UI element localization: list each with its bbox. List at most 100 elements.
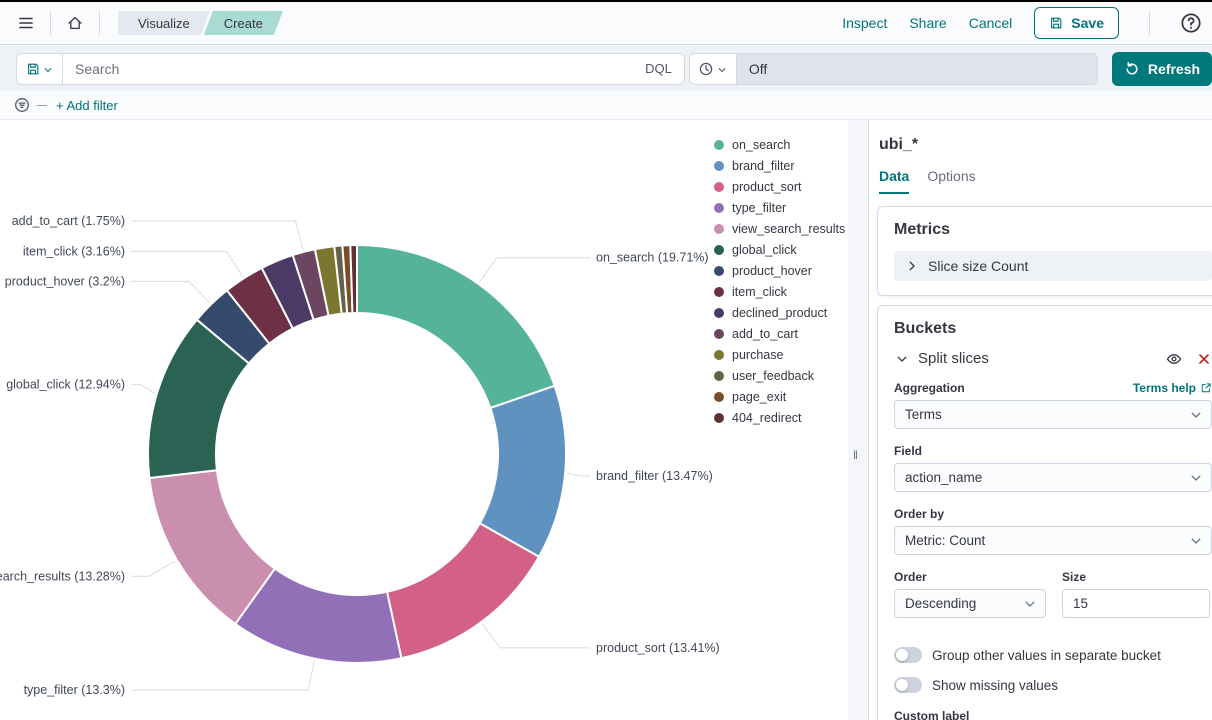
- legend-label: brand_filter: [732, 159, 795, 173]
- share-link[interactable]: Share: [909, 15, 946, 31]
- legend-label: global_click: [732, 243, 797, 257]
- legend-label: declined_product: [732, 306, 827, 320]
- legend-item-brand_filter[interactable]: brand_filter: [714, 155, 845, 176]
- legend-item-product_sort[interactable]: product_sort: [714, 176, 845, 197]
- top-nav-bar: Visualize Create Inspect Share Cancel Sa…: [0, 2, 1212, 45]
- inspect-link[interactable]: Inspect: [842, 15, 887, 31]
- tab-data[interactable]: Data: [879, 168, 909, 194]
- pie-slice-product_sort[interactable]: [387, 523, 539, 658]
- metric-row-label: Slice size Count: [928, 258, 1028, 274]
- legend-item-purchase[interactable]: purchase: [714, 344, 845, 365]
- breadcrumb: Visualize Create: [118, 11, 277, 35]
- chevron-down-icon: [1022, 596, 1038, 612]
- custom-label-block: Custom label: [894, 709, 1212, 720]
- metric-slice-size-row[interactable]: Slice size Count: [894, 251, 1212, 281]
- chevron-down-icon: [1188, 470, 1204, 486]
- legend-swatch: [714, 413, 724, 423]
- slice-callout-line: [131, 281, 210, 302]
- aggregation-label-row: Aggregation Terms help: [894, 381, 1212, 395]
- chevron-down-icon: [1188, 407, 1204, 423]
- slice-callout-label: on_search (19.71%): [596, 251, 709, 265]
- aggregation-select[interactable]: Terms: [894, 400, 1212, 429]
- legend-label: user_feedback: [732, 369, 814, 383]
- search-bar: DQL: [16, 53, 685, 85]
- help-icon[interactable]: [1180, 12, 1202, 34]
- legend-item-global_click[interactable]: global_click: [714, 239, 845, 260]
- menu-icon[interactable]: [10, 7, 42, 39]
- legend-item-product_hover[interactable]: product_hover: [714, 260, 845, 281]
- legend-label: type_filter: [732, 201, 786, 215]
- order-by-label-row: Order by: [894, 507, 1212, 521]
- add-filter-link[interactable]: + Add filter: [56, 98, 118, 113]
- pie-slice-on_search[interactable]: [357, 245, 555, 408]
- close-icon[interactable]: [1196, 351, 1212, 367]
- editor-tabs: Data Options: [879, 168, 1212, 194]
- show-missing-toggle-row: Show missing values: [894, 677, 1212, 693]
- breadcrumb-visualize[interactable]: Visualize: [118, 11, 210, 35]
- legend-item-page_exit[interactable]: page_exit: [714, 386, 845, 407]
- split-slices-header[interactable]: Split slices: [894, 350, 1212, 367]
- chevron-down-icon: [1188, 533, 1204, 549]
- visualization-area: on_search (19.71%)brand_filter (13.47%)p…: [0, 120, 848, 720]
- order-by-label: Order by: [894, 507, 944, 521]
- legend-item-declined_product[interactable]: declined_product: [714, 302, 845, 323]
- legend-item-on_search[interactable]: on_search: [714, 134, 845, 155]
- tab-options[interactable]: Options: [927, 168, 975, 194]
- field-select[interactable]: action_name: [894, 463, 1212, 492]
- filter-icon[interactable]: [14, 97, 30, 113]
- save-button[interactable]: Save: [1034, 7, 1119, 39]
- cancel-link[interactable]: Cancel: [969, 15, 1013, 31]
- field-value: action_name: [905, 470, 982, 485]
- slice-callout-line: [131, 661, 314, 690]
- size-input[interactable]: [1062, 589, 1210, 618]
- split-slices-actions: [1166, 351, 1212, 367]
- size-label: Size: [1062, 570, 1086, 584]
- filter-dash: [37, 105, 47, 106]
- slice-callout-label: type_filter (13.3%): [24, 683, 125, 697]
- legend-item-add_to_cart[interactable]: add_to_cart: [714, 323, 845, 344]
- query-bar: DQL Off Refresh: [0, 46, 1212, 91]
- time-picker-menu-button[interactable]: [690, 54, 737, 84]
- legend-swatch: [714, 203, 724, 213]
- legend-item-view_search_results[interactable]: view_search_results: [714, 218, 845, 239]
- slice-callout-line: [131, 385, 155, 394]
- saved-query-menu-button[interactable]: [17, 54, 63, 84]
- legend-swatch: [714, 140, 724, 150]
- breadcrumb-create[interactable]: Create: [204, 11, 283, 35]
- chevron-right-icon: [904, 258, 920, 274]
- group-other-toggle[interactable]: [894, 647, 922, 663]
- legend-label: item_click: [732, 285, 787, 299]
- order-select[interactable]: Descending: [894, 589, 1046, 618]
- legend-label: 404_redirect: [732, 411, 802, 425]
- legend-item-user_feedback[interactable]: user_feedback: [714, 365, 845, 386]
- slice-callout-line: [480, 258, 591, 283]
- legend-item-item_click[interactable]: item_click: [714, 281, 845, 302]
- slice-callout-label: search_results (13.28%): [0, 569, 125, 583]
- legend-label: on_search: [732, 138, 790, 152]
- query-language-button[interactable]: DQL: [633, 61, 684, 76]
- slice-callout-label: product_hover (3.2%): [5, 274, 125, 288]
- slice-callout-line: [131, 251, 243, 276]
- chart-legend: on_search brand_filter product_sort type_fi…: [714, 134, 845, 428]
- pie-slice-404_redirect[interactable]: [350, 245, 357, 313]
- eye-icon[interactable]: [1166, 351, 1182, 367]
- field-label: Field: [894, 444, 922, 458]
- legend-item-404_redirect[interactable]: 404_redirect: [714, 407, 845, 428]
- search-input[interactable]: [63, 61, 633, 77]
- refresh-button[interactable]: Refresh: [1112, 52, 1212, 86]
- slice-callout-line: [131, 561, 175, 576]
- filter-bar: + Add filter: [0, 91, 1212, 120]
- panel-resizer[interactable]: ‖: [848, 120, 869, 720]
- legend-label: product_hover: [732, 264, 812, 278]
- terms-help-label: Terms help: [1133, 381, 1196, 395]
- refresh-interval-display[interactable]: Off: [737, 54, 1097, 84]
- legend-swatch: [714, 392, 724, 402]
- legend-item-type_filter[interactable]: type_filter: [714, 197, 845, 218]
- home-icon[interactable]: [59, 7, 91, 39]
- show-missing-toggle[interactable]: [894, 677, 922, 693]
- order-by-select[interactable]: Metric: Count: [894, 526, 1212, 555]
- divider: [1149, 11, 1150, 35]
- terms-help-link[interactable]: Terms help: [1133, 381, 1212, 395]
- resize-handle[interactable]: ‖: [853, 448, 859, 462]
- aggregation-label: Aggregation: [894, 381, 965, 395]
